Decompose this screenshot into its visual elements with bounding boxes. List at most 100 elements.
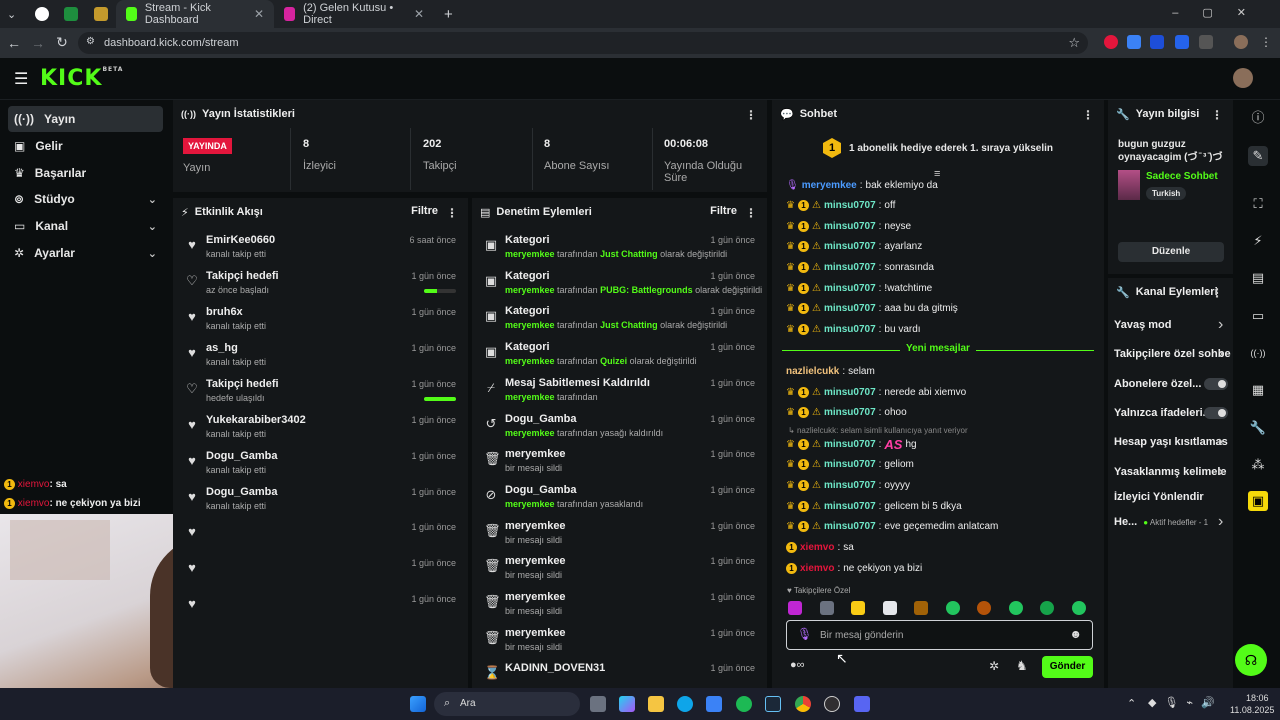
copilot-icon[interactable] (619, 696, 635, 712)
chat-message[interactable]: ♛ 1 ⚠ minsu0707: oyyyy (786, 477, 910, 493)
browser-menu-icon[interactable]: ⋮ (1260, 35, 1272, 49)
sidebar-item-studyo[interactable]: ⊚ Stüdyo ⌄ (8, 186, 163, 212)
pencil-icon[interactable]: ✎ (1248, 146, 1268, 166)
moderation-row[interactable]: ⌛ KADINN_DOVEN31 1 gün önce (472, 659, 767, 688)
chat-username[interactable]: minsu0707 (824, 387, 876, 398)
chat-username[interactable]: minsu0707 (824, 262, 876, 273)
chat-message[interactable]: ♛ 1 ⚠ minsu0707: sonrasında (786, 259, 934, 275)
activity-row[interactable]: ♥ bruh6x kanalı takip etti 1 gün önce (173, 303, 468, 339)
emote-icon[interactable] (788, 601, 802, 615)
new-tab-button[interactable]: + (434, 0, 463, 28)
tab-kick-dashboard[interactable]: Stream - Kick Dashboard ✕ (116, 0, 274, 28)
chat-message[interactable]: nazlielcukk: selam (786, 363, 875, 379)
extension-icon[interactable] (1175, 35, 1189, 49)
chat-username[interactable]: minsu0707 (824, 439, 876, 450)
chat-message[interactable]: ♛ 1 ⚠ minsu0707: ohoo (786, 404, 907, 420)
chat-message[interactable]: ♛ 1 ⚠ minsu0707: ayarlanz (786, 238, 922, 254)
fullscreen-icon[interactable]: ⛶ (1248, 194, 1268, 214)
chat-username[interactable]: xiemvo (800, 563, 834, 574)
community-icon[interactable]: ⁂ (1248, 455, 1268, 475)
layout-icon[interactable]: ▦ (1248, 380, 1268, 400)
emote-icon[interactable] (977, 601, 991, 615)
chat-username[interactable]: xiemvo (800, 542, 834, 553)
activity-row[interactable]: ♥ 1 gün önce (173, 518, 468, 554)
chat-username[interactable]: minsu0707 (824, 480, 876, 491)
emoji-icon[interactable]: ☻ (1069, 627, 1082, 641)
more-options-icon[interactable]: ⋮ (1211, 108, 1223, 122)
moderation-row[interactable]: 🗑 meryemkee bir mesajı sildi 1 gün önce (472, 624, 767, 660)
wrench-icon[interactable]: 🔧 (1248, 418, 1268, 438)
activity-row[interactable]: ♡ Takipçi hedefi az önce başladı 1 gün önce (173, 267, 468, 303)
chat-username[interactable]: minsu0707 (824, 303, 876, 314)
moderation-row[interactable]: 🗑 meryemkee bir mesajı sildi 1 gün önce (472, 445, 767, 481)
task-view-icon[interactable] (590, 696, 606, 712)
emote-icon[interactable] (819, 601, 834, 615)
broadcast-icon[interactable]: ((·)) (1248, 343, 1268, 363)
chat-message[interactable]: ♛ 1 ⚠ minsu0707: neyse (786, 218, 911, 234)
chat-input[interactable]: 🎙 Bir mesaj gönderin ☻ (786, 620, 1093, 650)
file-explorer-icon[interactable] (648, 696, 664, 712)
chat-message[interactable]: ♛ 1 ⚠ minsu0707: nerede abi xiemvo (786, 384, 966, 400)
chat-username[interactable]: minsu0707 (824, 283, 876, 294)
moderation-row[interactable]: ⌿ Mesaj Sabitlemesi Kaldırıldı meryemkee t… (472, 374, 767, 410)
chat-message[interactable]: ♛ 1 ⚠ minsu0707: off (786, 197, 895, 213)
gift-banner[interactable]: 1 1 abonelik hediye ederek 1. sıraya yük… (772, 136, 1104, 160)
moderation-row[interactable]: 🗑 meryemkee bir mesajı sildi 1 gün önce (472, 517, 767, 553)
lightning-icon[interactable]: ⚡ (1248, 231, 1268, 251)
forward-icon[interactable]: → (26, 35, 50, 51)
chat-message[interactable]: ♛ 1 ⚠ minsu0707: gelicem bi 5 dkya (786, 498, 962, 514)
moderation-row[interactable]: ▣ Kategori meryemkee tarafından PUBG: Batt… (472, 267, 767, 303)
points-icon[interactable]: ●∞ (790, 659, 805, 671)
category-name[interactable]: Sadece Sohbet (1146, 171, 1218, 182)
more-options-icon[interactable]: ⋮ (1082, 108, 1094, 122)
activity-row[interactable]: ♥ Dogu_Gamba kanalı takip etti 1 gün önce (173, 483, 468, 519)
emote-icon[interactable] (1008, 601, 1023, 615)
chat-message[interactable]: ♛ 1 ⚠ minsu0707: bu vardı (786, 321, 921, 337)
channel-action-row[interactable]: Hesap yaşı kısıtlamas (1114, 433, 1234, 451)
channel-action-row[interactable]: İzleyici Yönlendir (1114, 488, 1234, 506)
emote-icon[interactable] (914, 601, 928, 615)
sidebar-item-yayin[interactable]: ((·)) Yayın (8, 106, 163, 132)
moderation-row[interactable]: ⊘ Dogu_Gamba meryemkee tarafından yasaklan… (472, 481, 767, 517)
activity-row[interactable]: ♥ 1 gün önce (173, 590, 468, 626)
send-button[interactable]: Gönder (1042, 656, 1093, 678)
filter-button[interactable]: Filtre (411, 205, 438, 217)
chat-username[interactable]: nazlielcukk (786, 366, 839, 377)
chevron-right-icon[interactable]: › (1218, 434, 1223, 450)
channel-action-row[interactable]: Takipçilere özel sohbe (1114, 345, 1234, 363)
support-button[interactable]: ☊ (1235, 644, 1267, 676)
chat-username[interactable]: minsu0707 (824, 221, 876, 232)
toggle-switch[interactable] (1204, 407, 1228, 419)
chat-username[interactable]: minsu0707 (824, 241, 876, 252)
store-icon[interactable] (706, 696, 722, 712)
activity-row[interactable]: ♥ 1 gün önce (173, 554, 468, 590)
start-icon[interactable] (410, 696, 426, 712)
chat-username[interactable]: minsu0707 (824, 200, 876, 211)
tab-google[interactable] (28, 0, 56, 28)
chat-message[interactable]: ♛ 1 ⚠ minsu0707: geliom (786, 456, 914, 472)
chat-message[interactable]: 1 xiemvo: ne çekiyon ya bizi (786, 560, 922, 576)
chat-bubble-icon[interactable]: ▭ (1248, 306, 1268, 326)
profile-avatar[interactable] (1234, 35, 1248, 49)
edge-icon[interactable] (677, 696, 693, 712)
chevron-right-icon[interactable]: › (1218, 346, 1223, 362)
activity-row[interactable]: ♥ Dogu_Gamba kanalı takip etti 1 gün önce (173, 447, 468, 483)
extension-icon[interactable] (1150, 35, 1164, 49)
chat-message[interactable]: ♛ 1 ⚠ minsu0707: aaa bu da gitmiş (786, 300, 958, 316)
chat-username[interactable]: minsu0707 (824, 501, 876, 512)
filter-button[interactable]: Filtre (710, 205, 737, 217)
kick-logo[interactable]: KICKBETA (40, 66, 123, 91)
hamburger-menu-icon[interactable]: ☰ (14, 69, 28, 89)
activity-row[interactable]: ♥ as_hg kanalı takip etti 1 gün önce (173, 339, 468, 375)
bookmark-star-icon[interactable]: ☆ (1068, 35, 1080, 51)
moderation-row[interactable]: 🗑 meryemkee bir mesajı sildi 1 gün önce (472, 588, 767, 624)
chat-message[interactable]: ♛ 1 ⚠ minsu0707: AS hg (786, 436, 917, 452)
channel-action-row[interactable]: He... ● Aktif hedefler - 1 (1114, 513, 1234, 531)
channel-action-row[interactable]: Yavaş mod (1114, 316, 1234, 334)
extensions-puzzle-icon[interactable] (1199, 35, 1213, 49)
back-icon[interactable]: ← (2, 35, 26, 51)
chevron-right-icon[interactable]: › (1218, 514, 1223, 530)
chat-username[interactable]: minsu0707 (824, 407, 876, 418)
settings-gear-icon[interactable]: ✲ (989, 659, 999, 673)
edit-button[interactable]: Düzenle (1118, 242, 1224, 262)
